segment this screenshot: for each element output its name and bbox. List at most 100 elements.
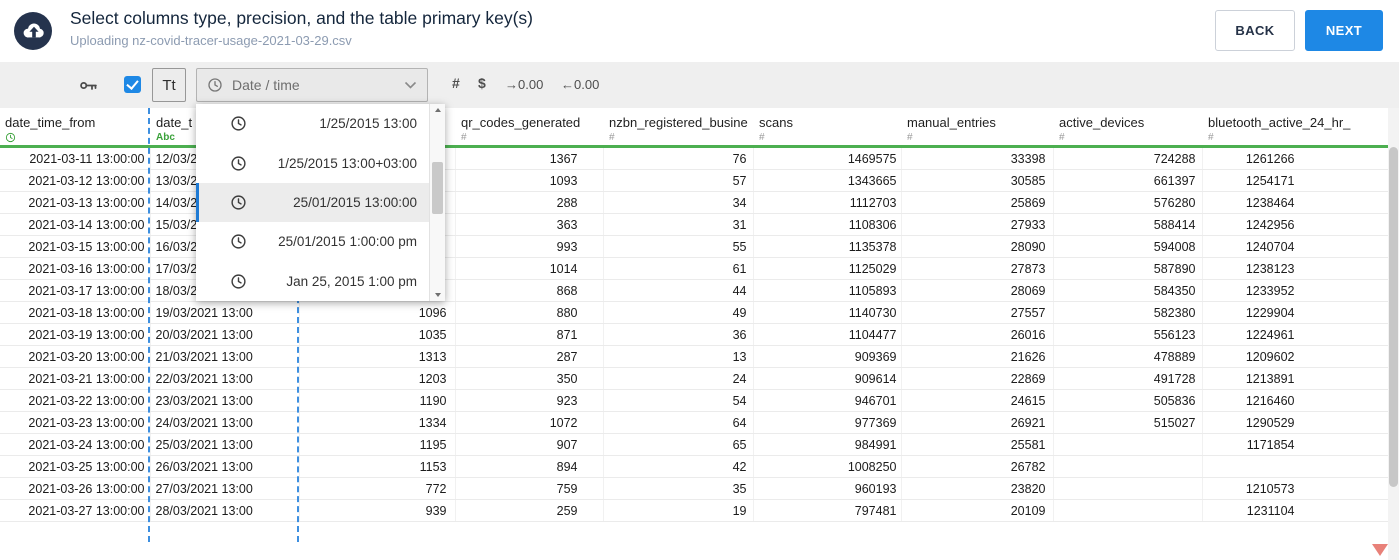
number-type-button[interactable]: #	[452, 75, 460, 91]
table-cell[interactable]: 1254171	[1202, 169, 1389, 192]
table-cell[interactable]: 1014	[455, 257, 604, 280]
table-cell[interactable]: 27933	[901, 213, 1054, 236]
table-cell[interactable]: 25581	[901, 433, 1054, 456]
table-cell[interactable]: 515027	[1053, 411, 1203, 434]
table-cell[interactable]: 44	[603, 279, 754, 302]
table-cell[interactable]: 582380	[1053, 301, 1203, 324]
table-cell[interactable]: 350	[455, 367, 604, 390]
table-cell[interactable]: 24615	[901, 389, 1054, 412]
format-option[interactable]: 1/25/2015 13:00	[196, 104, 430, 143]
table-cell[interactable]: 2021-03-15 13:00:00	[0, 235, 151, 258]
text-type-button[interactable]: Tt	[152, 68, 186, 102]
table-cell[interactable]: 1125029	[753, 257, 902, 280]
column-header[interactable]: bluetooth_active_24_hr_ #	[1202, 108, 1389, 148]
format-option[interactable]: 1/25/2015 13:00+03:00	[196, 143, 430, 182]
table-cell[interactable]: 772	[299, 477, 456, 500]
table-cell[interactable]: 24/03/2021 13:00	[150, 411, 300, 434]
column-header[interactable]: date_time_from	[0, 108, 151, 148]
table-cell[interactable]: 26016	[901, 323, 1054, 346]
table-cell[interactable]: 1238464	[1202, 191, 1389, 214]
format-option[interactable]: Jan 25, 2015 1:00 pm	[196, 262, 430, 301]
table-cell[interactable]: 1093	[455, 169, 604, 192]
table-cell[interactable]: 576280	[1053, 191, 1203, 214]
dropdown-scrollbar[interactable]	[429, 104, 445, 301]
table-cell[interactable]: 923	[455, 389, 604, 412]
table-cell[interactable]: 1153	[299, 455, 456, 478]
primary-key-button[interactable]	[78, 75, 99, 96]
table-cell[interactable]: 65	[603, 433, 754, 456]
table-cell[interactable]: 977369	[753, 411, 902, 434]
table-cell[interactable]: 36	[603, 323, 754, 346]
table-cell[interactable]: 909369	[753, 345, 902, 368]
table-cell[interactable]: 1108306	[753, 213, 902, 236]
table-cell[interactable]: 61	[603, 257, 754, 280]
table-cell[interactable]: 505836	[1053, 389, 1203, 412]
table-cell[interactable]: 27873	[901, 257, 1054, 280]
table-cell[interactable]: 939	[299, 499, 456, 522]
table-cell[interactable]: 1469575	[753, 146, 902, 170]
table-cell[interactable]: 907	[455, 433, 604, 456]
table-cell[interactable]: 28069	[901, 279, 1054, 302]
table-cell[interactable]: 1210573	[1202, 477, 1389, 500]
table-cell[interactable]: 1224961	[1202, 323, 1389, 346]
table-cell[interactable]: 23/03/2021 13:00	[150, 389, 300, 412]
table-cell[interactable]: 894	[455, 455, 604, 478]
table-cell[interactable]: 57	[603, 169, 754, 192]
table-cell[interactable]: 363	[455, 213, 604, 236]
table-cell[interactable]: 1209602	[1202, 345, 1389, 368]
table-cell[interactable]: 491728	[1053, 367, 1203, 390]
column-header[interactable]: nzbn_registered_busine #	[603, 108, 754, 148]
table-cell[interactable]: 1343665	[753, 169, 902, 192]
table-cell[interactable]: 1195	[299, 433, 456, 456]
table-cell[interactable]: 64	[603, 411, 754, 434]
table-cell[interactable]: 25/03/2021 13:00	[150, 433, 300, 456]
table-cell[interactable]: 2021-03-19 13:00:00	[0, 323, 151, 346]
column-header[interactable]: active_devices #	[1053, 108, 1203, 148]
table-cell[interactable]: 28090	[901, 235, 1054, 258]
currency-type-button[interactable]: $	[478, 75, 486, 91]
table-cell[interactable]: 13	[603, 345, 754, 368]
vertical-scrollbar-thumb[interactable]	[1389, 147, 1398, 487]
table-cell[interactable]: 21626	[901, 345, 1054, 368]
vertical-scrollbar[interactable]	[1388, 108, 1399, 560]
table-cell[interactable]: 871	[455, 323, 604, 346]
table-cell[interactable]: 2021-03-26 13:00:00	[0, 477, 151, 500]
table-cell[interactable]: 1334	[299, 411, 456, 434]
date-type-select[interactable]: Date / time	[196, 68, 428, 102]
table-cell[interactable]: 28/03/2021 13:00	[150, 499, 300, 522]
table-cell[interactable]: 27557	[901, 301, 1054, 324]
table-cell[interactable]: 33398	[901, 146, 1054, 170]
table-cell[interactable]: 34	[603, 191, 754, 214]
table-cell[interactable]: 1105893	[753, 279, 902, 302]
table-cell[interactable]: 1367	[455, 146, 604, 170]
table-cell[interactable]: 76	[603, 146, 754, 170]
table-cell[interactable]: 20109	[901, 499, 1054, 522]
precision-decrease-button[interactable]: ←0.00	[561, 77, 599, 92]
table-cell[interactable]: 594008	[1053, 235, 1203, 258]
table-cell[interactable]: 1216460	[1202, 389, 1389, 412]
table-cell[interactable]: 1240704	[1202, 235, 1389, 258]
table-cell[interactable]: 1229904	[1202, 301, 1389, 324]
table-cell[interactable]: 19/03/2021 13:00	[150, 301, 300, 324]
table-cell[interactable]: 287	[455, 345, 604, 368]
table-cell[interactable]: 49	[603, 301, 754, 324]
table-cell[interactable]: 556123	[1053, 323, 1203, 346]
scroll-down-arrow[interactable]	[430, 288, 445, 301]
table-cell[interactable]: 1035	[299, 323, 456, 346]
table-cell[interactable]: 259	[455, 499, 604, 522]
toolbar-checkbox[interactable]	[124, 76, 141, 93]
table-cell[interactable]: 20/03/2021 13:00	[150, 323, 300, 346]
table-cell[interactable]	[1202, 455, 1389, 478]
table-cell[interactable]: 2021-03-18 13:00:00	[0, 301, 151, 324]
table-cell[interactable]: 24	[603, 367, 754, 390]
table-cell[interactable]: 54	[603, 389, 754, 412]
table-cell[interactable]: 2021-03-21 13:00:00	[0, 367, 151, 390]
table-cell[interactable]: 22/03/2021 13:00	[150, 367, 300, 390]
table-cell[interactable]: 1242956	[1202, 213, 1389, 236]
format-option[interactable]: 25/01/2015 13:00:00	[196, 182, 430, 223]
table-cell[interactable]: 2021-03-14 13:00:00	[0, 213, 151, 236]
table-cell[interactable]: 1112703	[753, 191, 902, 214]
table-cell[interactable]	[1053, 499, 1203, 522]
table-cell[interactable]: 1238123	[1202, 257, 1389, 280]
table-cell[interactable]: 42	[603, 455, 754, 478]
